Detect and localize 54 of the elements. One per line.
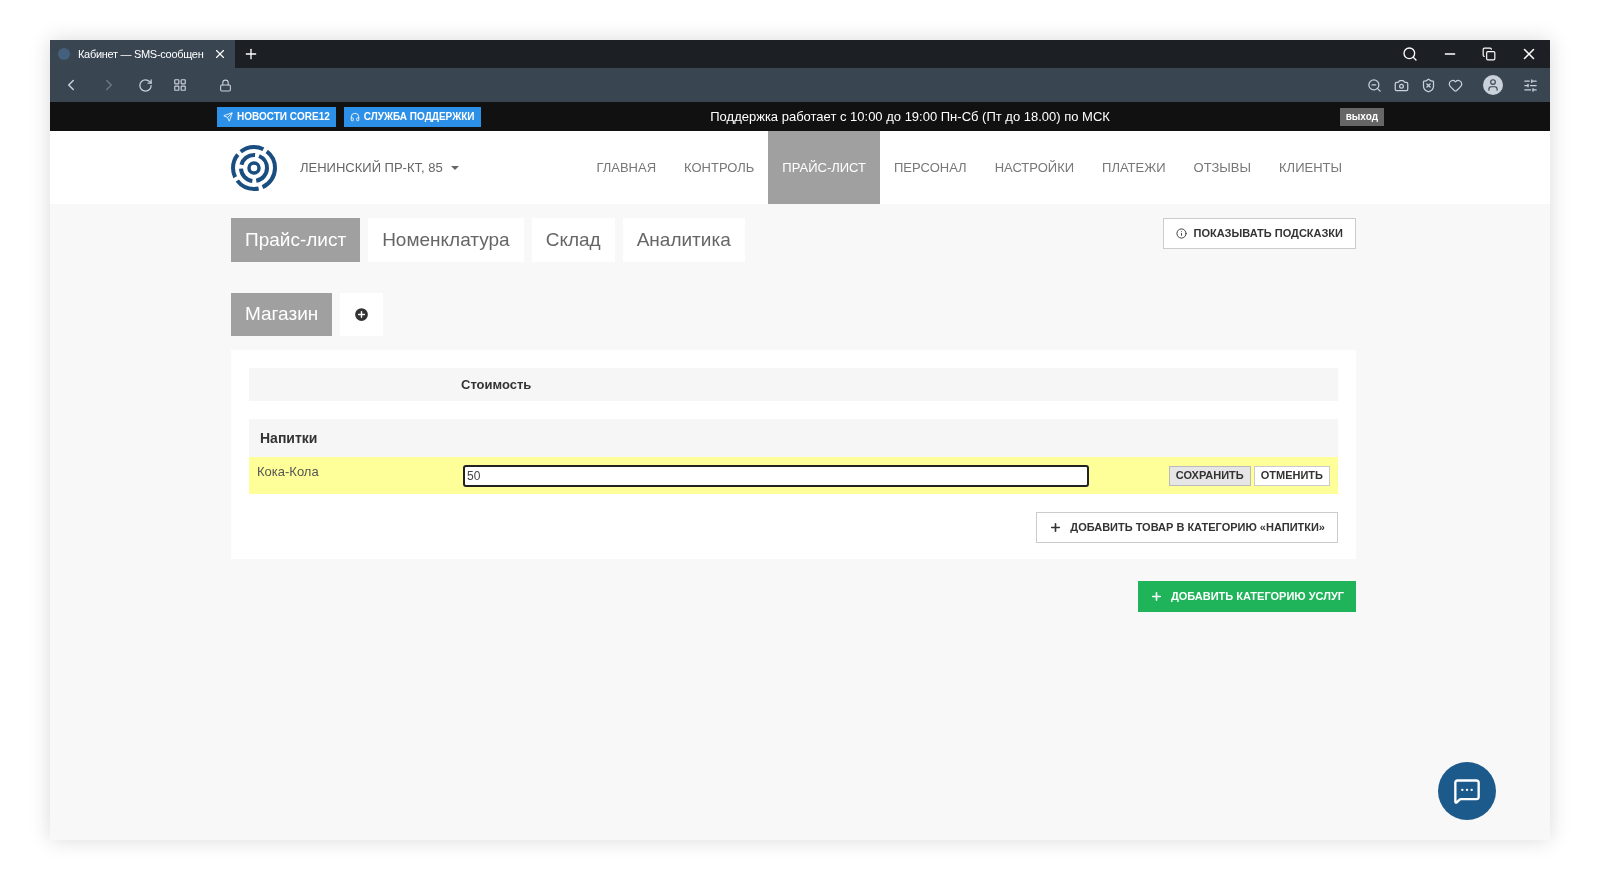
nav-link[interactable]: КОНТРОЛЬ <box>670 131 769 204</box>
plus-circle-icon <box>353 306 371 323</box>
page-tab[interactable]: Аналитика <box>622 218 745 262</box>
plus-icon <box>1049 521 1063 534</box>
support-notice: Поддержка работает с 10:00 до 19:00 Пн-Сб (Пт до 18.00) по МСК <box>709 107 1111 126</box>
restore-icon[interactable] <box>1482 47 1496 61</box>
top-link[interactable]: НОВОСТИ CORE12 <box>217 106 336 127</box>
camera-icon[interactable] <box>1394 77 1409 93</box>
location-dropdown[interactable]: ЛЕНИНСКИЙ ПР-КТ, 85 <box>300 157 459 178</box>
column-header: Стоимость <box>461 375 532 394</box>
headset-icon <box>349 111 360 122</box>
add-item-button[interactable]: ДОБАВИТЬ ТОВАР В КАТЕГОРИЮ «НАПИТКИ» <box>1036 512 1338 543</box>
nav-link[interactable]: ГЛАВНАЯ <box>582 131 671 204</box>
nav-link[interactable]: ОТЗЫВЫ <box>1179 131 1266 204</box>
logo-icon <box>230 143 278 192</box>
nav-link[interactable]: ПЕРСОНАЛ <box>880 131 981 204</box>
store-tab[interactable]: Магазин <box>231 293 333 336</box>
save-button[interactable]: СОХРАНИТЬ <box>1168 465 1251 486</box>
top-link[interactable]: СЛУЖБА ПОДДЕРЖКИ <box>343 106 481 127</box>
logout-button[interactable]: выход <box>1339 107 1384 126</box>
nav-link[interactable]: ПЛАТЕЖИ <box>1088 131 1180 204</box>
lock-icon <box>219 78 232 92</box>
settings-icon[interactable] <box>1523 77 1538 93</box>
item-name: Кока-Кола <box>257 462 320 481</box>
cancel-button[interactable]: ОТМЕНИТЬ <box>1253 465 1330 486</box>
hints-button[interactable]: ПОКАЗЫВАТЬ ПОДСКАЗКИ <box>1163 218 1356 249</box>
chat-icon <box>1453 777 1481 805</box>
shield-icon[interactable] <box>1421 77 1436 93</box>
tab-title: Кабинет — SMS-сообщен <box>78 46 205 62</box>
nav-link[interactable]: ПРАЙС-ЛИСТ <box>768 131 880 204</box>
heart-icon[interactable] <box>1448 77 1463 93</box>
grid-icon[interactable] <box>173 78 187 92</box>
category-name: Напитки <box>260 428 318 448</box>
caret-icon <box>450 165 459 170</box>
avatar-icon[interactable] <box>1483 75 1503 95</box>
favicon-icon <box>58 48 70 60</box>
add-store-button[interactable] <box>340 293 384 336</box>
browser-tab[interactable]: Кабинет — SMS-сообщен <box>50 40 235 68</box>
reload-icon[interactable] <box>138 77 153 93</box>
page-tab[interactable]: Склад <box>531 218 615 262</box>
plus-icon <box>1149 590 1163 603</box>
chat-button[interactable] <box>1438 762 1496 820</box>
nav-link[interactable]: НАСТРОЙКИ <box>980 131 1089 204</box>
search-icon[interactable] <box>1402 46 1418 62</box>
close-tab-icon[interactable] <box>213 47 227 61</box>
new-tab-icon[interactable] <box>243 46 259 62</box>
page-tab[interactable]: Номенклатура <box>368 218 524 262</box>
add-category-button[interactable]: ДОБАВИТЬ КАТЕГОРИЮ УСЛУГ <box>1137 581 1356 612</box>
page-tab[interactable]: Прайс-лист <box>231 218 361 262</box>
price-input[interactable]: 50 <box>463 464 1089 487</box>
send-icon <box>223 111 233 122</box>
zoom-out-icon[interactable] <box>1367 77 1382 93</box>
nav-link[interactable]: КЛИЕНТЫ <box>1265 131 1356 204</box>
info-icon <box>1176 228 1188 239</box>
